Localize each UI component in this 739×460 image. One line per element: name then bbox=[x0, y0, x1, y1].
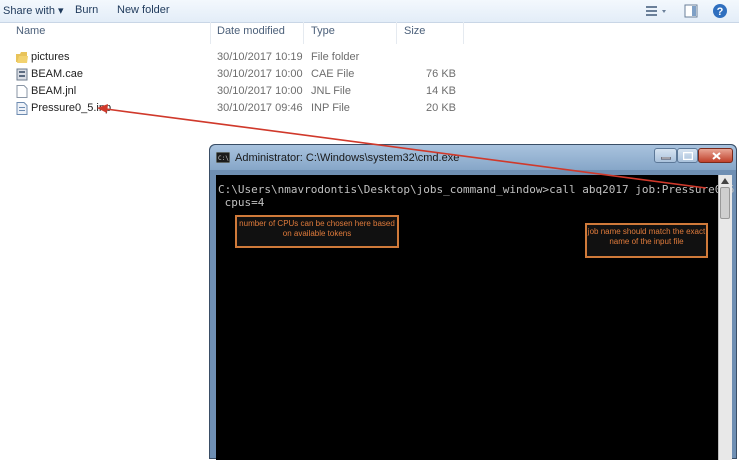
close-icon bbox=[712, 152, 721, 160]
view-options-icon[interactable] bbox=[644, 3, 672, 19]
burn-button[interactable]: Burn bbox=[75, 4, 98, 16]
svg-text:C:\: C:\ bbox=[218, 155, 229, 162]
cmd-scrollbar[interactable] bbox=[718, 175, 732, 460]
new-folder-button[interactable]: New folder bbox=[117, 4, 170, 16]
column-name-header[interactable]: Name bbox=[16, 25, 45, 37]
file-row[interactable]: BEAM.jnl 30/10/2017 10:00 JNL File 14 KB bbox=[0, 83, 739, 100]
column-divider[interactable] bbox=[396, 22, 397, 44]
svg-text:?: ? bbox=[717, 6, 724, 18]
column-size-header[interactable]: Size bbox=[404, 25, 425, 37]
inp-file-icon bbox=[16, 102, 28, 115]
share-with-button[interactable]: Share with ▾ bbox=[3, 4, 64, 17]
file-date: 30/10/2017 10:00 bbox=[217, 68, 303, 80]
file-type: INP File bbox=[311, 102, 350, 114]
scroll-up-icon[interactable] bbox=[721, 178, 729, 184]
minimize-icon bbox=[661, 157, 671, 160]
file-size: 14 KB bbox=[426, 85, 456, 97]
column-date-header[interactable]: Date modified bbox=[217, 25, 285, 37]
file-size: 76 KB bbox=[426, 68, 456, 80]
column-divider[interactable] bbox=[463, 22, 464, 44]
file-date: 30/10/2017 10:00 bbox=[217, 85, 303, 97]
document-icon bbox=[16, 85, 28, 98]
close-button[interactable] bbox=[698, 148, 733, 163]
console-command-continuation: cpus=4 bbox=[218, 196, 265, 209]
scroll-thumb[interactable] bbox=[720, 187, 730, 219]
cmd-title-bar[interactable]: C:\ Administrator: C:\Windows\system32\c… bbox=[210, 145, 736, 170]
file-name[interactable]: Pressure0_5.inp bbox=[31, 102, 111, 114]
console-command-line: C:\Users\nmavrodontis\Desktop\jobs_comma… bbox=[218, 183, 735, 196]
cmd-window[interactable]: C:\ Administrator: C:\Windows\system32\c… bbox=[209, 144, 737, 460]
minimize-button[interactable] bbox=[654, 148, 677, 163]
file-type: File folder bbox=[311, 51, 360, 63]
cae-file-icon bbox=[16, 68, 28, 81]
file-type: CAE File bbox=[311, 68, 355, 80]
help-icon[interactable]: ? bbox=[712, 3, 728, 19]
cpus-annotation: number of CPUs can be chosen here based … bbox=[235, 215, 399, 248]
file-date: 30/10/2017 10:19 bbox=[217, 51, 303, 63]
folder-icon bbox=[16, 52, 28, 63]
jobname-annotation: job name should match the exact name of … bbox=[585, 223, 708, 258]
column-divider[interactable] bbox=[210, 22, 211, 44]
maximize-icon bbox=[683, 152, 693, 160]
preview-pane-icon[interactable] bbox=[683, 3, 699, 19]
file-name[interactable]: BEAM.cae bbox=[31, 68, 83, 80]
cmd-icon: C:\ bbox=[216, 152, 230, 163]
file-row[interactable]: pictures 30/10/2017 10:19 File folder bbox=[0, 49, 739, 66]
file-type: JNL File bbox=[311, 85, 351, 97]
file-date: 30/10/2017 09:46 bbox=[217, 102, 303, 114]
file-name[interactable]: pictures bbox=[31, 51, 70, 63]
file-name[interactable]: BEAM.jnl bbox=[31, 85, 76, 97]
file-row[interactable]: BEAM.cae 30/10/2017 10:00 CAE File 76 KB bbox=[0, 66, 739, 83]
cmd-title: Administrator: C:\Windows\system32\cmd.e… bbox=[235, 152, 460, 164]
file-row[interactable]: Pressure0_5.inp 30/10/2017 09:46 INP Fil… bbox=[0, 100, 739, 117]
column-type-header[interactable]: Type bbox=[311, 25, 335, 37]
file-size: 20 KB bbox=[426, 102, 456, 114]
maximize-button[interactable] bbox=[677, 148, 698, 163]
explorer-toolbar: Share with ▾ Burn New folder ? bbox=[0, 0, 739, 23]
column-divider[interactable] bbox=[303, 22, 304, 44]
